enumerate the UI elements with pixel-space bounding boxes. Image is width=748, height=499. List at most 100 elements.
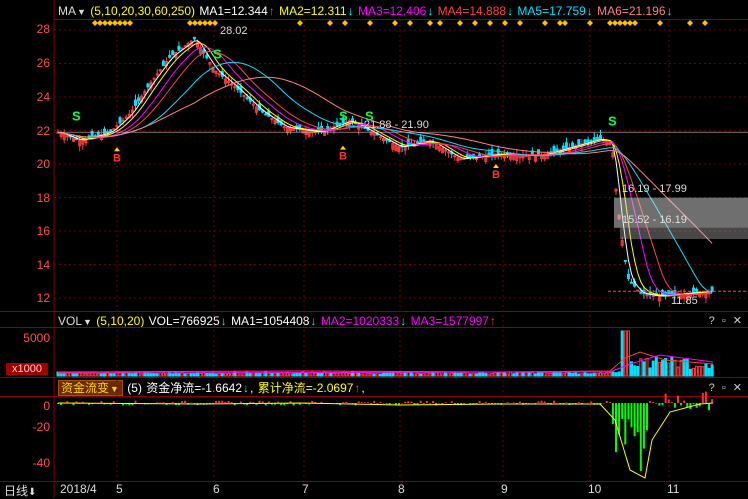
volume-bar [572, 373, 574, 376]
cumulative-flow-line [58, 403, 713, 478]
range-label: 15.52 - 16.19 [622, 214, 687, 226]
flow-bar [404, 402, 406, 403]
volume-bar [166, 374, 168, 376]
flow-bar [345, 402, 347, 403]
flow-bar [615, 403, 617, 452]
candle-body [596, 137, 598, 139]
kline-chart[interactable]: SSSSSBBB [0, 0, 748, 498]
sell-signal: S [339, 108, 348, 123]
volume-bar [519, 372, 521, 376]
diamond-marker [327, 20, 333, 26]
low-price-label: 11.85 [671, 295, 698, 307]
flow-bar [708, 403, 710, 410]
candle-body [553, 146, 555, 151]
flow-bar [321, 402, 323, 403]
volume-bar [693, 368, 695, 376]
flow-bar [159, 402, 161, 403]
candle-body [178, 46, 180, 50]
volume-bar [646, 359, 648, 376]
diamond-marker [517, 20, 523, 26]
candle-body [624, 260, 626, 261]
volume-bar [689, 369, 691, 376]
vol-ma-line [58, 352, 713, 372]
volume-bar [606, 373, 608, 376]
diamond-marker [562, 20, 568, 26]
flow-bar [423, 403, 425, 404]
flow-bar [370, 403, 372, 404]
volume-bar [271, 374, 273, 376]
volume-bar [308, 374, 310, 376]
volume-bar [379, 374, 381, 376]
volume-bar [330, 373, 332, 376]
diamond-marker [342, 20, 348, 26]
volume-bar [441, 374, 443, 376]
flow-bar [538, 401, 540, 403]
volume-bar [327, 374, 329, 376]
volume-bar [426, 372, 428, 376]
flow-bar [463, 403, 465, 404]
flow-bar [609, 402, 611, 403]
candle-body [627, 274, 629, 278]
volume-bar [113, 374, 115, 376]
diamond-marker [407, 20, 413, 26]
volume-bar [63, 373, 65, 376]
sell-signal: S [213, 46, 222, 61]
volume-bar [559, 373, 561, 376]
arrow-up-icon [340, 146, 346, 150]
volume-bar [73, 374, 75, 376]
flow-bar [407, 401, 409, 403]
volume-bar [584, 372, 586, 376]
volume-bar [479, 372, 481, 376]
diamond-marker [472, 20, 478, 26]
candle-body [600, 136, 602, 139]
range-label: 16.19 - 17.99 [622, 183, 687, 195]
flow-bar [113, 401, 115, 403]
flow-bar [674, 403, 676, 408]
volume-bar [358, 373, 360, 376]
flow-bar [156, 402, 158, 403]
volume-bar [110, 373, 112, 376]
flow-bar [386, 403, 388, 404]
volume-bar [469, 374, 471, 376]
candle-body [110, 130, 112, 132]
sell-signal: S [608, 113, 617, 128]
volume-bar [637, 366, 639, 376]
candle-body [135, 100, 137, 105]
volume-bar [100, 374, 102, 376]
volume-bar [494, 372, 496, 376]
volume-bar [531, 372, 533, 376]
ma-line [58, 77, 712, 243]
flow-bar [367, 402, 369, 403]
flow-bar [184, 401, 186, 403]
diamond-marker [367, 20, 373, 26]
flow-bar [519, 402, 521, 403]
diamond-marker [457, 20, 463, 26]
volume-bar [516, 373, 518, 376]
flow-bar [432, 401, 434, 403]
diamond-marker [392, 20, 398, 26]
candle-body [125, 117, 127, 118]
diamond-marker [437, 20, 443, 26]
flow-bar [441, 403, 443, 404]
volume-bar [69, 373, 71, 376]
flow-bar [426, 401, 428, 403]
candle-body [584, 140, 586, 143]
flow-bar [705, 392, 707, 403]
flow-bar [578, 402, 580, 403]
volume-bar [296, 373, 298, 376]
volume-bar [476, 374, 478, 376]
volume-bar [541, 372, 543, 376]
candle-body [181, 48, 183, 49]
flow-bar [655, 403, 657, 404]
high-price-label: 28.02 [220, 25, 248, 37]
volume-bar [156, 373, 158, 376]
flow-bar [454, 403, 456, 404]
volume-bar [376, 374, 378, 376]
volume-bar [445, 373, 447, 376]
flow-bar [686, 403, 688, 407]
candle-body [218, 74, 220, 75]
candle-body [578, 140, 580, 145]
flow-bar [451, 401, 453, 403]
ma-line [58, 43, 712, 296]
volume-bar [547, 373, 549, 376]
